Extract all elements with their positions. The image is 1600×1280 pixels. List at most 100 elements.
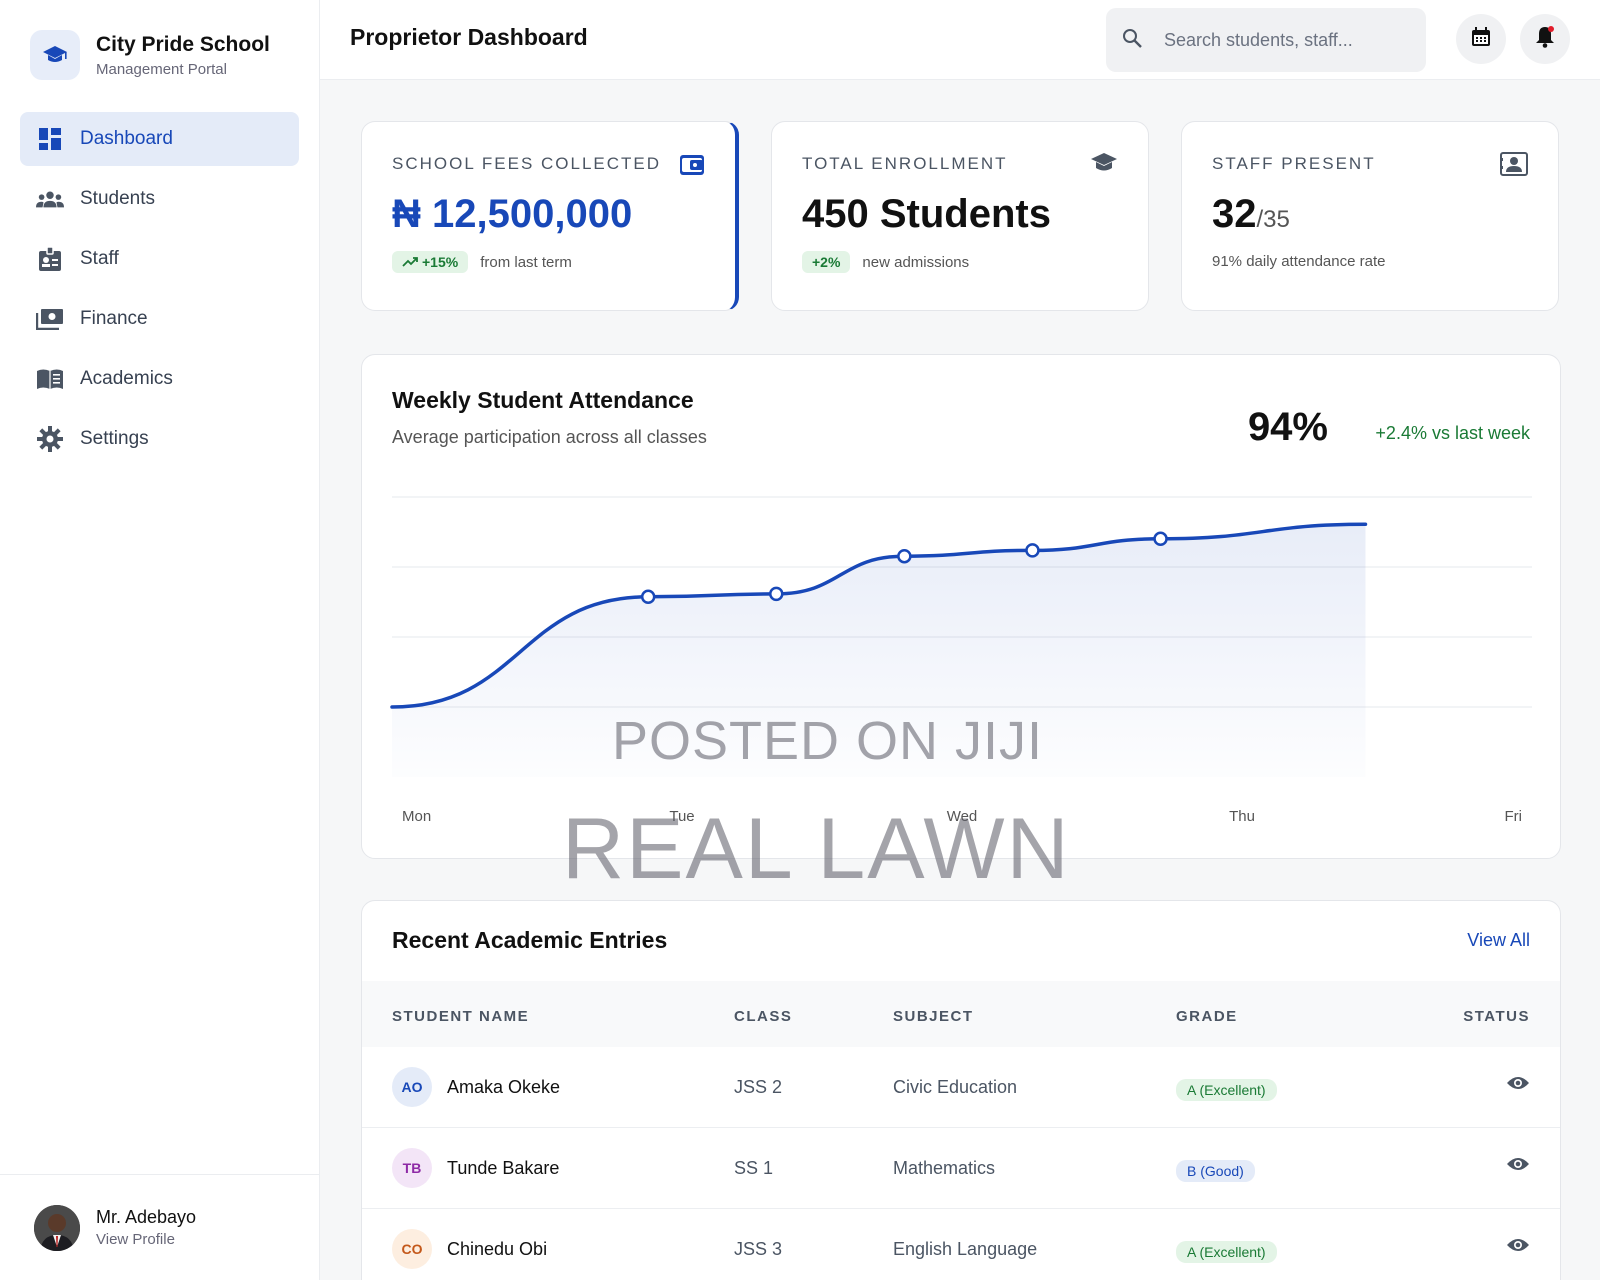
fees-change: +15%	[422, 254, 459, 270]
table-title: Recent Academic Entries	[392, 927, 668, 953]
chart-point	[1025, 543, 1040, 558]
sidebar-item-label: Students	[80, 188, 155, 209]
student-name: Tunde Bakare	[447, 1158, 560, 1178]
contact-card-icon	[1500, 152, 1528, 181]
notifications-button[interactable]	[1520, 14, 1570, 64]
column-header: STUDENT NAME	[392, 1008, 530, 1025]
graduation-cap-icon	[30, 30, 80, 80]
fees-value: ₦ 12,500,000	[392, 192, 633, 236]
sidebar-item-dashboard[interactable]: Dashboard	[20, 112, 299, 166]
dashboard-icon	[36, 125, 64, 153]
staff-card: STAFF PRESENT 32/35 91% daily attendance…	[1181, 121, 1559, 311]
student-name: Amaka Okeke	[447, 1077, 561, 1097]
table-row[interactable]: TB Tunde Bakare SS 1 Mathematics B (Good…	[362, 1128, 1560, 1209]
sidebar-item-label: Settings	[80, 428, 149, 449]
sidebar-item-label: Dashboard	[80, 128, 173, 149]
view-all-link[interactable]: View All	[1467, 930, 1530, 951]
student-class: JSS 3	[734, 1239, 783, 1259]
sidebar-item-academics[interactable]: Academics	[20, 352, 299, 406]
staff-note: 91% daily attendance rate	[1212, 253, 1386, 270]
sidebar-item-staff[interactable]: Staff	[20, 232, 299, 286]
staff-value-row: 32/35	[1212, 192, 1528, 237]
bell-icon	[1535, 25, 1555, 53]
search-box[interactable]	[1106, 8, 1426, 72]
fees-change-badge: +15%	[392, 251, 469, 273]
student-name: Chinedu Obi	[447, 1239, 548, 1259]
staff-label: STAFF PRESENT	[1212, 154, 1376, 173]
attendance-chart: Mon Tue Wed Thu Fri	[390, 496, 1532, 825]
x-tick-label: Mon	[402, 808, 431, 825]
eye-icon[interactable]	[1506, 1156, 1530, 1177]
x-tick-label: Tue	[669, 808, 694, 825]
column-header: GRADE	[1176, 1008, 1238, 1025]
avatar	[34, 1204, 80, 1251]
enrollment-label: TOTAL ENROLLMENT	[802, 154, 1008, 173]
column-header: STATUS	[1463, 1008, 1530, 1025]
table-row[interactable]: AO Amaka Okeke JSS 2 Civic Education A (…	[362, 1047, 1560, 1128]
chart-area	[392, 524, 1366, 777]
view-profile-link[interactable]: View Profile	[96, 1231, 196, 1248]
calendar-button[interactable]	[1456, 14, 1506, 64]
subject: Mathematics	[893, 1158, 996, 1178]
chart-point	[897, 548, 912, 564]
profile-name: Mr. Adebayo	[96, 1207, 197, 1227]
sidebar-nav: Dashboard Students Staff Finance Academi…	[20, 112, 299, 472]
column-header: SUBJECT	[893, 1008, 974, 1025]
enrollment-value: 450 Students	[802, 192, 1051, 236]
brand-title: City Pride School	[96, 33, 270, 56]
table-header: STUDENT NAME CLASS SUBJECT GRADE STATUS	[362, 981, 1560, 1047]
page-title: Proprietor Dashboard	[350, 24, 588, 50]
x-tick-label: Thu	[1229, 808, 1255, 825]
column-header: CLASS	[734, 1008, 793, 1025]
search-icon	[1122, 28, 1142, 53]
search-input[interactable]	[1164, 29, 1404, 51]
x-tick-label: Fri	[1505, 808, 1523, 825]
student-class: SS 1	[734, 1158, 774, 1178]
fees-label: SCHOOL FEES COLLECTED	[392, 154, 662, 173]
staff-total: /35	[1256, 206, 1290, 233]
sidebar-item-label: Finance	[80, 308, 148, 329]
student-initials-avatar: CO	[392, 1229, 432, 1269]
user-profile[interactable]: Mr. Adebayo View Profile	[0, 1174, 320, 1280]
sidebar: City Pride School Management Portal Dash…	[0, 0, 320, 1280]
student-initials-avatar: AO	[392, 1067, 432, 1107]
brand-subtitle: Management Portal	[96, 61, 227, 78]
sidebar-item-label: Academics	[80, 368, 173, 389]
wallet-icon	[679, 152, 705, 181]
enrollment-card: TOTAL ENROLLMENT 450 Students +2% new ad…	[771, 121, 1149, 311]
top-header: Proprietor Dashboard	[320, 0, 1600, 80]
x-tick-label: Wed	[947, 808, 978, 825]
table-row[interactable]: CO Chinedu Obi JSS 3 English Language A …	[362, 1209, 1560, 1280]
grade-badge: B (Good)	[1176, 1160, 1255, 1182]
enrollment-change: +2%	[802, 251, 851, 273]
recent-entries-card: Recent Academic Entries View All STUDENT…	[361, 900, 1561, 1280]
staff-value: 32	[1212, 192, 1257, 236]
people-icon	[36, 185, 64, 213]
subject: Civic Education	[893, 1077, 1018, 1097]
eye-icon[interactable]	[1506, 1075, 1530, 1096]
book-icon	[36, 365, 64, 393]
sidebar-item-settings[interactable]: Settings	[20, 412, 299, 466]
graduation-cap-icon	[1090, 152, 1118, 179]
attendance-chart-card: Weekly Student Attendance Average partic…	[361, 354, 1561, 859]
brand: City Pride School Management Portal	[30, 30, 270, 80]
grade-badge: A (Excellent)	[1176, 1079, 1277, 1101]
chart-point	[1153, 531, 1168, 547]
calendar-icon	[1471, 26, 1491, 52]
gear-icon	[36, 425, 64, 453]
chart-point	[640, 589, 656, 605]
money-icon	[36, 305, 64, 333]
eye-icon[interactable]	[1506, 1237, 1530, 1258]
fees-card: SCHOOL FEES COLLECTED ₦ 12,500,000 +15% …	[361, 121, 739, 311]
student-class: JSS 2	[734, 1077, 783, 1097]
grade-badge: A (Excellent)	[1176, 1241, 1277, 1263]
student-initials-avatar: TB	[392, 1148, 432, 1188]
sidebar-item-finance[interactable]: Finance	[20, 292, 299, 346]
sidebar-item-students[interactable]: Students	[20, 172, 299, 226]
subject: English Language	[893, 1239, 1038, 1259]
fees-note: from last term	[480, 253, 572, 271]
sidebar-item-label: Staff	[80, 248, 119, 269]
trending-up-icon	[402, 254, 418, 270]
enrollment-note: new admissions	[862, 253, 970, 271]
id-badge-icon	[36, 245, 64, 273]
